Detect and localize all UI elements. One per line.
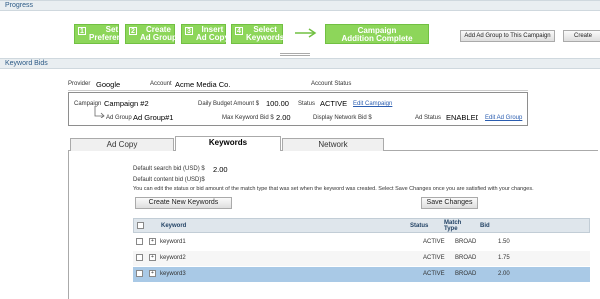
instructions-text: You can edit the status or bid amount of…	[133, 186, 534, 192]
keyword-cell: keyword3	[160, 271, 186, 277]
daily-budget-value: 100.00	[266, 99, 289, 108]
default-search-bid-label: Default search bid (USD) $	[133, 166, 205, 172]
table-row[interactable]: + keyword2 ACTIVE BROAD 1.75	[133, 251, 590, 266]
column-header-keyword[interactable]: Keyword	[161, 223, 186, 229]
column-header-bid[interactable]: Bid	[480, 223, 490, 229]
table-row[interactable]: + keyword1 ACTIVE BROAD 1.50	[133, 235, 590, 250]
column-header-match-type[interactable]: Match Type	[444, 220, 468, 232]
status-label: Status	[298, 101, 316, 107]
step-number: 3	[185, 27, 193, 35]
ad-status-label: Ad Status	[415, 115, 442, 121]
step-campaign-addition-complete: Campaign Addition Complete	[325, 24, 429, 44]
match-type-cell: BROAD	[455, 239, 477, 245]
display-network-label: Display Network Bid $	[313, 115, 372, 121]
tab-network[interactable]: Network	[282, 138, 384, 151]
provider-value: Google	[96, 80, 121, 89]
arrow-right-icon	[295, 28, 317, 38]
account-status-label: Account Status	[311, 81, 352, 87]
ad-group-value: Ad Group#1	[133, 113, 174, 122]
final-step-label: Campaign Addition Complete	[341, 26, 413, 43]
status-cell[interactable]: ACTIVE	[423, 239, 445, 245]
create-button[interactable]: Create	[563, 30, 600, 42]
keyword-cell: keyword2	[160, 255, 186, 261]
default-content-bid-label: Default content bid (USD)$	[133, 177, 205, 183]
status-cell[interactable]: ACTIVE	[423, 271, 445, 277]
table-row[interactable]: + keyword3 ACTIVE BROAD 2.00	[133, 267, 590, 282]
step-number: 1	[78, 27, 86, 35]
step-create-ad-group: 2 Create Ad Group	[125, 24, 177, 44]
progress-title: Progress	[5, 2, 34, 9]
keyword-cell: keyword1	[160, 239, 186, 245]
provider-label: Provider	[68, 81, 91, 87]
step-number: 4	[235, 27, 243, 35]
campaign-value: Campaign #2	[104, 99, 149, 108]
step-select-keywords: 4 Select Keywords	[231, 24, 285, 44]
bid-cell[interactable]: 1.75	[498, 255, 510, 261]
row-checkbox[interactable]	[136, 254, 143, 261]
step-label: Create Ad Group	[140, 25, 177, 42]
expand-icon[interactable]: +	[149, 254, 156, 261]
edit-ad-group-link[interactable]: Edit Ad Group	[485, 115, 522, 121]
tab-ad-copy[interactable]: Ad Copy	[70, 138, 174, 151]
bid-cell[interactable]: 1.50	[498, 239, 510, 245]
max-bid-value: 2.00	[276, 113, 291, 122]
step-number: 2	[129, 27, 137, 35]
account-value: Acme Media Co.	[175, 80, 231, 89]
expand-icon[interactable]: +	[149, 270, 156, 277]
step-insert-ad-copy: 3 Insert Ad Copy	[181, 24, 229, 44]
select-all-checkbox[interactable]	[137, 222, 144, 229]
ad-group-label: Ad Group	[106, 115, 132, 121]
step-set-preferences: 1 Set Preferences	[74, 24, 135, 44]
column-header-status[interactable]: Status	[410, 223, 428, 229]
expand-icon[interactable]: +	[149, 238, 156, 245]
row-checkbox[interactable]	[136, 238, 143, 245]
row-checkbox[interactable]	[136, 270, 143, 277]
keyword-bids-section-header: Keyword Bids	[0, 58, 600, 69]
resize-grip[interactable]	[280, 53, 310, 56]
add-ad-group-button[interactable]: Add Ad Group to This Campaign	[460, 30, 555, 42]
match-type-cell: BROAD	[455, 271, 477, 277]
save-changes-button[interactable]: Save Changes	[421, 197, 478, 209]
step-label: Insert Ad Copy	[196, 25, 229, 42]
tab-keywords[interactable]: Keywords	[175, 136, 281, 151]
max-bid-label: Max Keyword Bid $	[222, 115, 274, 121]
edit-campaign-link[interactable]: Edit Campaign	[353, 101, 392, 107]
progress-section-header: Progress	[0, 0, 600, 11]
status-value: ACTIVE	[320, 99, 348, 108]
daily-budget-label: Daily Budget Amount $	[198, 101, 260, 107]
default-search-bid-value: 2.00	[213, 165, 228, 174]
account-label: Account	[150, 81, 172, 87]
ad-status-value: ENABLED	[446, 113, 478, 122]
status-cell[interactable]: ACTIVE	[423, 255, 445, 261]
keyword-bids-title: Keyword Bids	[5, 60, 48, 67]
table-header: Keyword Status Match Type Bid	[133, 218, 590, 233]
create-new-keywords-button[interactable]: Create New Keywords	[135, 197, 232, 209]
match-type-cell: BROAD	[455, 255, 477, 261]
divider	[68, 90, 528, 91]
step-label: Select Keywords	[246, 25, 285, 42]
child-arrow-icon	[94, 106, 105, 118]
bid-cell[interactable]: 2.00	[498, 271, 510, 277]
